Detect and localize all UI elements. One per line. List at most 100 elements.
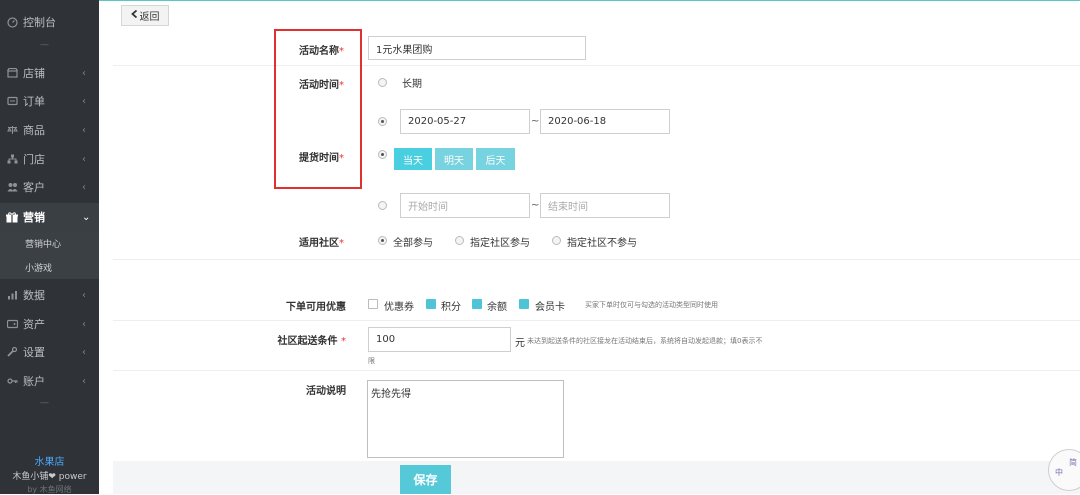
pickup-today-button[interactable]: 当天 (394, 148, 432, 170)
delivery-condition-label: 社区起送条件 * (196, 332, 346, 347)
wallet-icon (6, 318, 18, 330)
pickup-day-after-button[interactable]: 后天 (476, 148, 515, 170)
community-label-text: 适用社区 (299, 238, 339, 249)
pickup-tomorrow-button[interactable]: 明天 (435, 148, 473, 170)
community-label: 适用社区* (194, 234, 344, 249)
sidebar-item-label: 资产 (23, 318, 45, 331)
stamp-char: 中 (1055, 468, 1063, 477)
start-date-input[interactable]: 2020-05-27 (400, 109, 530, 134)
sidebar-item-customer[interactable]: 客户 ‹ (0, 173, 99, 201)
pickup-end-placeholder: 结束时间 (548, 202, 588, 213)
long-term-label: 长期 (402, 79, 422, 90)
sidebar-item-assets[interactable]: 资产 ‹ (0, 310, 99, 338)
description-label: 活动说明 (306, 386, 346, 397)
end-date-input[interactable]: 2020-06-18 (540, 109, 670, 134)
pickup-end-input[interactable]: 结束时间 (540, 193, 670, 218)
pickup-start-input[interactable]: 开始时间 (400, 193, 530, 218)
sidebar-item-marketing[interactable]: 营销 ⌄ (0, 203, 99, 231)
pickup-range-radio[interactable] (378, 201, 387, 210)
save-bar (113, 461, 1080, 494)
sidebar-item-account[interactable]: 账户 ‹ (0, 367, 99, 395)
chevron-left-icon: ‹ (82, 289, 86, 301)
delivery-threshold-input[interactable]: 100 (368, 327, 511, 352)
coupon-checkbox[interactable] (368, 299, 378, 309)
member-card-checkbox[interactable] (519, 299, 529, 309)
sidebar-item-label: 商品 (23, 124, 45, 137)
required-mark: * (339, 238, 344, 249)
pickup-day-radio[interactable] (378, 150, 387, 159)
row-divider (113, 320, 1080, 321)
chevron-left-icon: ‹ (82, 318, 86, 330)
description-textarea[interactable]: 先抢先得 (367, 380, 564, 458)
chevron-left-icon: ‹ (82, 67, 86, 79)
sidebar-subitem-mini-game[interactable]: 小游戏 (0, 255, 99, 279)
sidebar-item-label: 控制台 (23, 16, 56, 29)
row-divider (113, 370, 1080, 371)
users-icon (6, 181, 18, 193)
discount-note: 买家下单时仅可与勾选的活动类型同时使用 (585, 301, 718, 309)
sidebar-item-settings[interactable]: 设置 ‹ (0, 338, 99, 366)
activity-name-input[interactable]: 1元水果团购 (368, 36, 586, 60)
description-value: 先抢先得 (371, 389, 411, 400)
date-range-radio[interactable] (378, 117, 387, 126)
community-excluded-radio[interactable] (552, 236, 561, 245)
chevron-left-icon: ‹ (82, 375, 86, 387)
scale-icon (6, 124, 18, 136)
points-checkbox[interactable] (426, 299, 436, 309)
row-divider (113, 259, 1080, 260)
pickup-start-placeholder: 开始时间 (408, 202, 448, 213)
balance-label: 余额 (487, 302, 507, 313)
store-icon (6, 67, 18, 79)
range-separator: ~ (531, 200, 540, 211)
sidebar-item-label: 数据 (23, 289, 45, 302)
sidebar-item-label: 账户 (23, 375, 45, 388)
stamp-char: 简 (1069, 458, 1077, 467)
chevron-left-icon (130, 9, 138, 21)
sidebar-item-dashboard[interactable]: 控制台 (0, 8, 99, 36)
required-mark: * (341, 336, 346, 347)
chevron-left-icon: ‹ (82, 181, 86, 193)
chevron-left-icon: ‹ (82, 153, 86, 165)
chevron-down-icon: ⌄ (82, 211, 91, 223)
top-accent-line (99, 0, 1080, 1)
back-label: 返回 (139, 12, 160, 23)
sidebar-item-goods[interactable]: 商品 ‹ (0, 116, 99, 144)
sidebar-item-branch[interactable]: 门店 ‹ (0, 145, 99, 173)
sidebar-item-data[interactable]: 数据 ‹ (0, 281, 99, 309)
sidebar-item-store[interactable]: 店铺 ‹ (0, 59, 99, 87)
community-specified-radio[interactable] (455, 236, 464, 245)
back-button[interactable]: 返回 (121, 5, 169, 26)
sidebar-item-label: 设置 (23, 346, 45, 359)
long-term-radio[interactable] (378, 78, 387, 87)
chevron-left-icon: ‹ (82, 95, 86, 107)
delivery-threshold-value: 100 (376, 334, 396, 345)
discount-label: 下单可用优惠 (286, 302, 346, 313)
delivery-note: 未达到起送条件的社区接龙在活动结束后，系统将自动发起退款；填0表示不 (527, 337, 763, 345)
community-excluded-label: 指定社区不参与 (567, 238, 637, 249)
dashboard-icon (6, 16, 18, 28)
community-all-label: 全部参与 (393, 238, 433, 249)
sidebar-divider: — (40, 40, 50, 50)
vendor-text: by 木鱼网络 (27, 485, 72, 494)
sidebar-item-label: 营销 (23, 211, 45, 224)
chevron-left-icon: ‹ (82, 124, 86, 136)
activity-name-value: 1元水果团购 (376, 44, 433, 56)
sidebar-subitem-marketing-center[interactable]: 营销中心 (0, 231, 99, 255)
store-name-link[interactable]: 水果店 (0, 453, 99, 468)
delivery-condition-label-text: 社区起送条件 (277, 336, 338, 347)
community-specified-label: 指定社区参与 (470, 238, 530, 249)
points-label: 积分 (441, 302, 461, 313)
chart-icon (6, 289, 18, 301)
currency-unit: 元 (515, 338, 525, 349)
range-separator: ~ (531, 116, 540, 127)
end-date-value: 2020-06-18 (548, 116, 607, 127)
sidebar-item-label: 门店 (23, 153, 45, 166)
delivery-note-continued: 限 (368, 357, 375, 365)
sidebar: 控制台 — 店铺 ‹ 订单 ‹ 商品 ‹ 门店 ‹ 客户 ‹ 营销 ⌄ 营销中心… (0, 0, 99, 494)
sidebar-subitem-label: 营销中心 (25, 239, 62, 250)
highlight-annotation-box (274, 29, 362, 189)
sidebar-item-order[interactable]: 订单 ‹ (0, 87, 99, 115)
save-button[interactable]: 保存 (400, 465, 451, 494)
community-all-radio[interactable] (378, 236, 387, 245)
balance-checkbox[interactable] (472, 299, 482, 309)
